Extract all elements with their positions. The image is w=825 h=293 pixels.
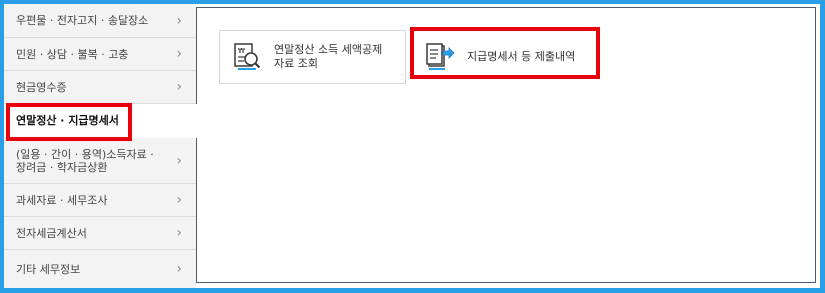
- chevron-right-icon: ›: [176, 261, 182, 277]
- chevron-right-icon: ›: [176, 225, 182, 241]
- sidebar-item-other-tax-info[interactable]: 기타 세무정보 ›: [4, 250, 196, 288]
- card-label-line1: 연말정산 소득 세액공제: [274, 43, 383, 56]
- sidebar-item-civil-complaints[interactable]: 민원 · 상담 · 불복 · 고충 ›: [4, 38, 196, 71]
- payment-statement-submission-card[interactable]: 지급명세서 등 제출내역: [412, 30, 598, 84]
- deduction-data-lookup-card[interactable]: ₩ 연말정산 소득 세액공제 자료 조회: [219, 30, 406, 84]
- sidebar-item-label: 현금영수증: [16, 80, 67, 94]
- sidebar-item-label: 우편물 · 전자고지 · 송달장소: [16, 14, 149, 27]
- sidebar-item-label: 전자세금계산서: [16, 226, 87, 240]
- sidebar-item-label: 연말정산 · 지급명세서: [16, 114, 119, 127]
- card-label: 연말정산 소득 세액공제 자료 조회: [274, 43, 382, 71]
- sidebar-item-label-line1: (일용 · 간이 · 용역)소득자료 ·: [16, 147, 154, 161]
- sidebar-menu: 우편물 · 전자고지 · 송달장소 › 민원 · 상담 · 불복 · 고충 › …: [4, 4, 198, 288]
- sidebar-item-label-line2: 장려금 · 학자금상환: [16, 160, 108, 174]
- card-label: 지급명세서 등 제출내역: [467, 50, 576, 63]
- sidebar-item-income-data[interactable]: (일용 · 간이 · 용역)소득자료 · 장려금 · 학자금상환 ›: [4, 138, 196, 184]
- chevron-right-icon: ›: [176, 152, 182, 169]
- document-submit-icon: [426, 43, 455, 70]
- sidebar-item-mail-notice[interactable]: 우편물 · 전자고지 · 송달장소 ›: [4, 4, 196, 38]
- document-search-icon: ₩: [234, 43, 261, 70]
- card-label-line2: 자료 조회: [274, 57, 318, 70]
- sidebar-item-year-end-settlement[interactable]: 연말정산 · 지급명세서: [4, 104, 198, 138]
- chevron-right-icon: ›: [176, 46, 182, 62]
- app-frame: 우편물 · 전자고지 · 송달장소 › 민원 · 상담 · 불복 · 고충 › …: [4, 4, 820, 288]
- sidebar-item-label: 민원 · 상담 · 불복 · 고충: [16, 47, 129, 61]
- sidebar-item-label: 기타 세무정보: [16, 262, 81, 276]
- sidebar-item-tax-audit[interactable]: 과세자료 · 세무조사 ›: [4, 184, 196, 217]
- sidebar-item-label: (일용 · 간이 · 용역)소득자료 · 장려금 · 학자금상환: [16, 148, 154, 174]
- chevron-right-icon: ›: [176, 79, 182, 95]
- sidebar-item-cash-receipt[interactable]: 현금영수증 ›: [4, 71, 196, 104]
- submenu-panel: ₩ 연말정산 소득 세액공제 자료 조회 지급명세서 등 제출내역: [196, 7, 816, 283]
- sidebar-item-e-tax-invoice[interactable]: 전자세금계산서 ›: [4, 217, 196, 250]
- sidebar-item-label: 과세자료 · 세무조사: [16, 193, 108, 207]
- chevron-right-icon: ›: [176, 192, 182, 208]
- chevron-right-icon: ›: [176, 12, 182, 29]
- svg-text:₩: ₩: [238, 47, 245, 55]
